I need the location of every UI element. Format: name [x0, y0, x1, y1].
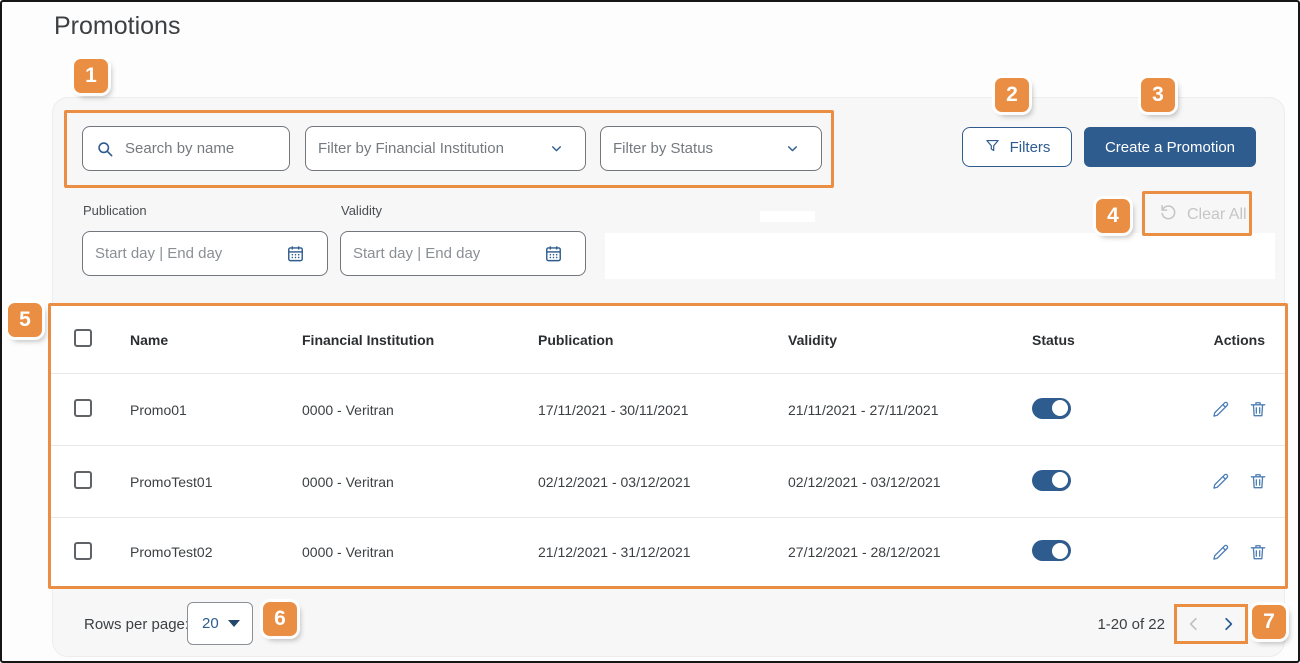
- clear-all-label: Clear All: [1187, 206, 1247, 223]
- promotion-publication: 02/12/2021 - 03/12/2021: [538, 473, 691, 490]
- callout-badge-7: 7: [1252, 605, 1286, 639]
- row-checkbox[interactable]: [74, 399, 92, 417]
- chevron-down-icon: [786, 142, 799, 155]
- pagination-range-label: 1-20 of 22: [1097, 616, 1165, 633]
- select-all-checkbox[interactable]: [74, 329, 92, 347]
- promotions-page: Promotions 1 2 3 4 5 6 7 Filter by Finan…: [0, 0, 1300, 663]
- table-row: PromoTest01 0000 - Veritran 02/12/2021 -…: [51, 445, 1285, 517]
- callout-badge-5: 5: [8, 303, 42, 337]
- status-toggle[interactable]: [1032, 469, 1071, 491]
- callout-badge-4: 4: [1096, 199, 1130, 233]
- validity-filter-label: Validity: [341, 203, 382, 218]
- publication-date-range-field[interactable]: Start day | End day: [82, 231, 328, 276]
- promotion-name: PromoTest01: [130, 473, 213, 490]
- column-header-publication: Publication: [538, 331, 614, 348]
- undo-icon: [1159, 203, 1178, 227]
- promotion-publication: 17/11/2021 - 30/11/2021: [538, 401, 689, 418]
- page-title: Promotions: [54, 12, 181, 40]
- pagination-controls: [1174, 604, 1248, 644]
- edit-pencil-icon[interactable]: [1210, 399, 1231, 420]
- column-header-validity: Validity: [788, 331, 838, 348]
- status-toggle[interactable]: [1032, 397, 1071, 419]
- table-header-row: Name Financial Institution Publication V…: [51, 306, 1285, 373]
- filters-button[interactable]: Filters: [962, 127, 1072, 167]
- promotion-financial-institution: 0000 - Veritran: [302, 544, 394, 560]
- chevron-down-icon: [550, 142, 563, 155]
- callout-badge-2: 2: [995, 78, 1029, 112]
- rows-per-page-value: 20: [202, 615, 219, 632]
- financial-institution-filter-label: Filter by Financial Institution: [318, 140, 504, 157]
- promotion-validity: 02/12/2021 - 03/12/2021: [788, 473, 941, 490]
- promotion-publication: 21/12/2021 - 31/12/2021: [538, 544, 691, 560]
- promotion-name: Promo01: [130, 401, 187, 418]
- promotion-validity: 21/11/2021 - 27/11/2021: [788, 401, 939, 418]
- row-checkbox[interactable]: [74, 471, 92, 489]
- validity-date-range-field[interactable]: Start day | End day: [340, 231, 586, 276]
- calendar-icon: [544, 244, 563, 263]
- column-header-financial-institution: Financial Institution: [302, 331, 435, 348]
- status-filter[interactable]: Filter by Status: [600, 126, 822, 171]
- row-checkbox[interactable]: [74, 541, 92, 560]
- callout-badge-6: 6: [263, 602, 297, 636]
- create-promotion-button[interactable]: Create a Promotion: [1084, 127, 1256, 167]
- promotion-financial-institution: 0000 - Veritran: [302, 401, 394, 418]
- edit-pencil-icon[interactable]: [1210, 471, 1231, 492]
- status-filter-label: Filter by Status: [613, 140, 714, 157]
- edit-pencil-icon[interactable]: [1210, 542, 1231, 563]
- promotions-table: Name Financial Institution Publication V…: [48, 303, 1288, 589]
- white-strip-small: [760, 211, 815, 222]
- rows-per-page-select[interactable]: 20: [187, 602, 253, 645]
- search-icon: [95, 139, 115, 159]
- publication-date-placeholder: Start day | End day: [95, 245, 223, 262]
- calendar-icon: [286, 244, 305, 263]
- caret-down-icon: [228, 620, 240, 627]
- table-row: PromoTest02 0000 - Veritran 21/12/2021 -…: [51, 517, 1285, 586]
- promotion-validity: 27/12/2021 - 28/12/2021: [788, 544, 941, 560]
- delete-trash-icon[interactable]: [1248, 399, 1268, 420]
- previous-page-icon[interactable]: [1185, 615, 1203, 633]
- callout-badge-3: 3: [1141, 78, 1175, 112]
- create-promotion-button-label: Create a Promotion: [1104, 138, 1236, 156]
- column-header-name: Name: [130, 331, 169, 348]
- search-field[interactable]: [82, 126, 290, 171]
- delete-trash-icon[interactable]: [1248, 542, 1268, 563]
- promotion-name: PromoTest02: [130, 544, 213, 560]
- white-strip-large: [605, 233, 1275, 279]
- search-input[interactable]: [125, 140, 277, 157]
- promotion-financial-institution: 0000 - Veritran: [302, 473, 394, 490]
- delete-trash-icon[interactable]: [1248, 471, 1268, 492]
- rows-per-page-label: Rows per page:: [84, 616, 190, 633]
- filter-funnel-icon: [984, 137, 1001, 158]
- callout-badge-1: 1: [74, 59, 108, 93]
- validity-date-placeholder: Start day | End day: [353, 245, 481, 262]
- next-page-icon[interactable]: [1219, 615, 1237, 633]
- column-header-actions: Actions: [1213, 331, 1265, 348]
- status-toggle[interactable]: [1032, 540, 1071, 561]
- filters-button-label: Filters: [1009, 138, 1051, 156]
- financial-institution-filter[interactable]: Filter by Financial Institution: [305, 126, 586, 171]
- table-row: Promo01 0000 - Veritran 17/11/2021 - 30/…: [51, 373, 1285, 445]
- column-header-status: Status: [1032, 331, 1075, 348]
- clear-all-button[interactable]: Clear All: [1159, 203, 1247, 227]
- publication-filter-label: Publication: [83, 203, 147, 218]
